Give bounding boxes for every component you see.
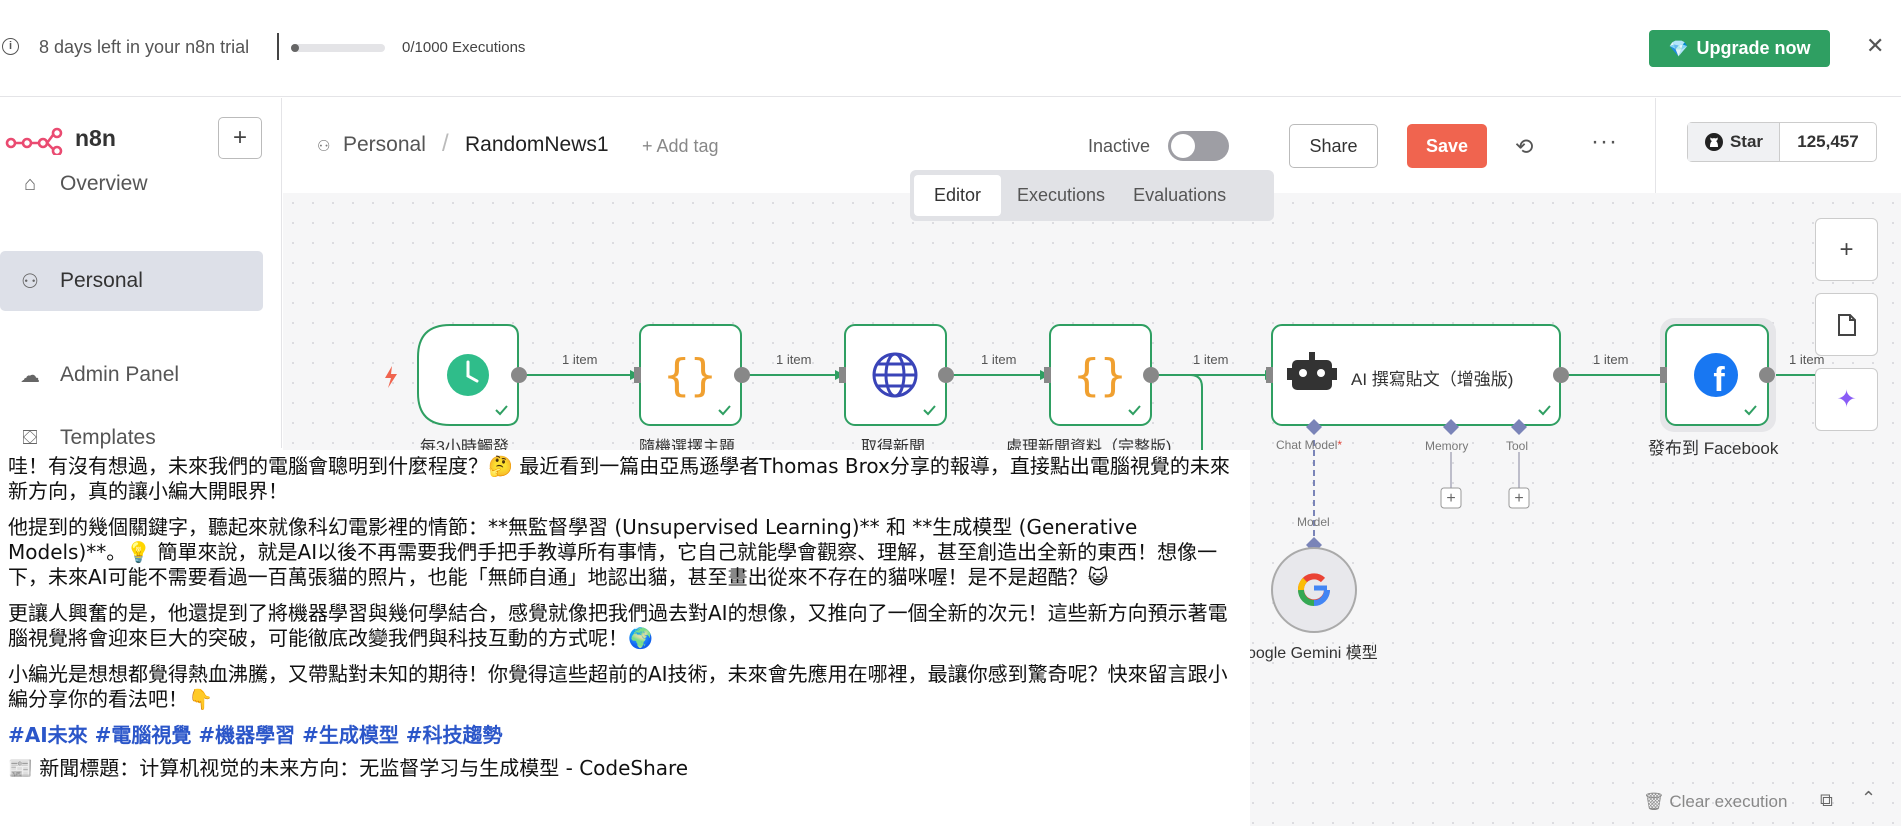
post-paragraph: 他提到的幾個關鍵字，聽起來就像科幻電影裡的情節：**無監督學習 (Unsuper… — [8, 515, 1218, 589]
chevron-up-icon[interactable]: ⌃ — [1861, 788, 1876, 809]
sparkle-icon: ✦ — [1836, 386, 1857, 413]
required-marker: * — [1337, 438, 1343, 452]
post-paragraph: 更讓人興奮的是，他還提到了將機器學習與幾何學結合，感覺就像把我們過去對AI的想像… — [8, 601, 1228, 650]
output-handle[interactable] — [1143, 367, 1159, 383]
connection-item-count: 1 item — [1593, 352, 1629, 367]
tool-label: Tool — [1506, 439, 1529, 453]
clear-execution-label: Clear execution — [1669, 792, 1788, 811]
output-handle[interactable] — [734, 367, 750, 383]
code-braces-icon: {} — [664, 350, 717, 401]
connection-item-count: 1 item — [562, 352, 598, 367]
post-paragraph: 哇！有沒有想過，未來我們的電腦會聰明到什麼程度？🤔 最近看到一篇由亞馬遜學者Th… — [8, 454, 1230, 503]
node-label: 發布到 Facebook — [1648, 439, 1779, 458]
output-handle[interactable] — [938, 367, 954, 383]
svg-text:f: f — [1713, 361, 1725, 399]
post-news-title: 📰 新聞標題：计算机视觉的未来方向：无监督学习与生成模型 - CodeShare — [8, 756, 689, 780]
post-paragraph: 小編光是想想都覺得熱血沸騰，又帶點對未知的期待！你覺得這些超前的AI技術，未來會… — [8, 662, 1228, 711]
sticky-note-button[interactable] — [1815, 293, 1878, 356]
node-schedule-trigger[interactable] — [417, 324, 519, 426]
input-handle[interactable] — [839, 367, 846, 383]
node-google-gemini[interactable] — [1271, 547, 1357, 633]
memory-label: Memory — [1425, 439, 1469, 453]
add-node-button[interactable]: + — [1815, 218, 1878, 281]
logs-bar: 🗑 Clear execution ⧉ ⌃ — [1250, 786, 1901, 826]
input-handle[interactable] — [1044, 367, 1051, 383]
node-random-topic[interactable]: {} — [639, 324, 742, 426]
connection-item-count: 1 item — [981, 352, 1017, 367]
node-label: oogle Gemini 模型 — [1247, 645, 1378, 662]
input-handle[interactable] — [1266, 367, 1273, 383]
svg-text:+: + — [1514, 490, 1523, 507]
connection-item-count: 1 item — [1193, 352, 1229, 367]
output-handle[interactable] — [1759, 367, 1775, 383]
input-handle[interactable] — [1660, 367, 1667, 383]
code-braces-icon: {} — [1074, 350, 1127, 401]
output-handle[interactable] — [1553, 367, 1569, 383]
n8n-app: i 8 days left in your n8n trial 0/1000 E… — [0, 0, 1901, 826]
connection-item-count: 1 item — [776, 352, 812, 367]
model-label: Model — [1297, 515, 1330, 529]
node-process-news[interactable]: {} — [1049, 324, 1152, 426]
node-label: AI 撰寫貼文（增強版) — [1351, 370, 1514, 389]
ai-assistant-button[interactable]: ✦ — [1815, 368, 1878, 431]
chat-model-text: Chat Model — [1276, 438, 1338, 452]
pop-out-icon[interactable]: ⧉ — [1820, 790, 1833, 811]
node-facebook[interactable]: f — [1660, 318, 1776, 432]
input-handle[interactable] — [634, 367, 641, 383]
note-icon — [1837, 313, 1856, 336]
node-fetch-news[interactable] — [844, 324, 947, 426]
chat-model-label: Chat Model* — [1276, 438, 1342, 452]
trigger-lightning-icon — [385, 366, 397, 388]
svg-text:+: + — [1446, 490, 1455, 507]
post-preview-panel: 哇！有沒有想過，未來我們的電腦會聰明到什麼程度？🤔 最近看到一篇由亞馬遜學者Th… — [0, 450, 1250, 826]
output-handle[interactable] — [511, 367, 527, 383]
post-hashtags: #AI未來 #電腦視覺 #機器學習 #生成模型 #科技趨勢 — [8, 723, 503, 747]
clear-execution-button[interactable]: 🗑 Clear execution — [1643, 792, 1787, 812]
